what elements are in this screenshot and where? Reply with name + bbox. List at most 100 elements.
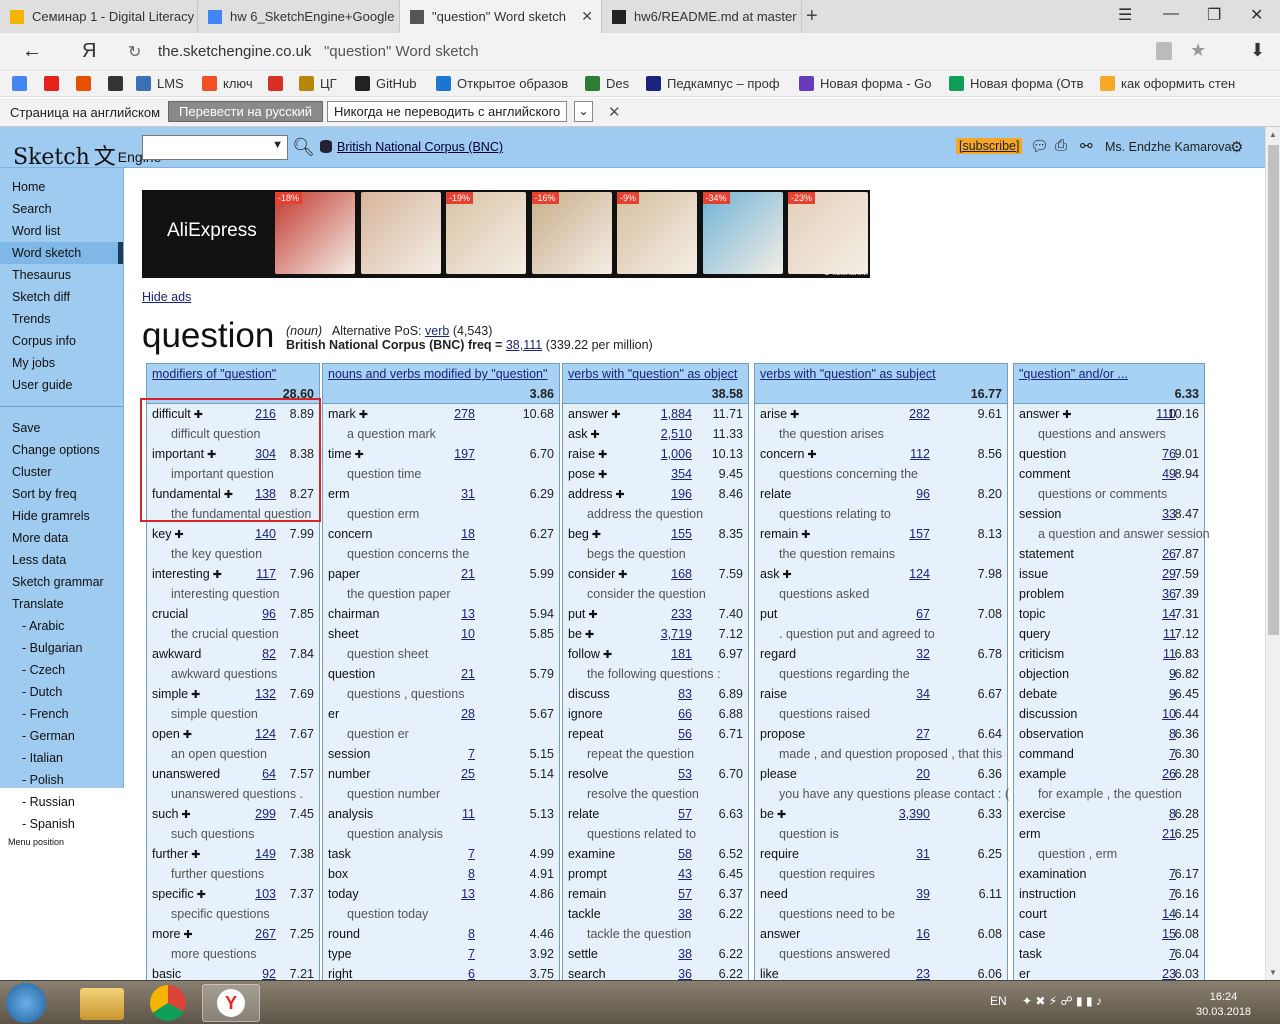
reload-icon[interactable]: ↻ xyxy=(128,42,141,62)
sidebar-action-sketch-grammar[interactable]: Sketch grammar xyxy=(0,571,123,593)
example-row[interactable]: an open question xyxy=(147,744,319,764)
sidebar-translate-language[interactable]: - Arabic xyxy=(0,615,123,637)
sidebar-action-hide-gramrels[interactable]: Hide gramrels xyxy=(0,505,123,527)
frequency-link[interactable]: 96 xyxy=(916,487,930,501)
example-row[interactable]: question , erm xyxy=(1014,844,1204,864)
example-text[interactable]: address the question xyxy=(587,507,703,521)
example-text[interactable]: begs the question xyxy=(587,547,686,561)
frequency-link[interactable]: 103 xyxy=(255,887,276,901)
bookmark-item[interactable]: GitHub xyxy=(355,76,416,91)
frequency-link[interactable]: 2,510 xyxy=(661,427,692,441)
frequency-link[interactable]: 25 xyxy=(461,767,475,781)
ad-product-image[interactable]: -16% xyxy=(531,192,612,274)
example-row[interactable]: a question mark xyxy=(323,424,559,444)
frequency-link[interactable]: 57 xyxy=(678,807,692,821)
translate-options-dropdown[interactable]: ⌄ xyxy=(574,101,593,122)
expand-plus-icon[interactable]: ✚ xyxy=(194,889,206,901)
example-row[interactable]: questions , questions xyxy=(323,684,559,704)
frequency-link[interactable]: 43 xyxy=(678,867,692,881)
example-text[interactable]: you have any questions please contact : … xyxy=(779,787,1009,801)
example-row[interactable]: begs the question xyxy=(563,544,748,564)
example-text[interactable]: the key question xyxy=(171,547,262,561)
sidebar-translate-language[interactable]: - Italian xyxy=(0,747,123,769)
ad-product-image[interactable]: -34% xyxy=(702,192,783,274)
alt-pos-link[interactable]: verb xyxy=(425,324,449,338)
example-row[interactable]: unanswered questions . xyxy=(147,784,319,804)
example-text[interactable]: question today xyxy=(347,907,428,921)
frequency-link[interactable]: 168 xyxy=(671,567,692,581)
bookmark-item[interactable]: ЦГ xyxy=(299,76,337,91)
example-text[interactable]: for example , the question xyxy=(1038,787,1182,801)
expand-plus-icon[interactable]: ✚ xyxy=(210,569,222,581)
sidebar-action-cluster[interactable]: Cluster xyxy=(0,461,123,483)
expand-plus-icon[interactable]: ✚ xyxy=(595,449,607,461)
example-text[interactable]: consider the question xyxy=(587,587,706,601)
bookmark-item[interactable]: ключ xyxy=(202,76,253,91)
example-text[interactable]: the following questions : xyxy=(587,667,720,681)
sidebar-translate-language[interactable]: - Dutch xyxy=(0,681,123,703)
share-icon[interactable]: ⚯ xyxy=(1080,137,1093,155)
example-row[interactable]: questions related to xyxy=(563,824,748,844)
sidebar-item-word-sketch[interactable]: Word sketch xyxy=(0,242,123,264)
frequency-link[interactable]: 157 xyxy=(909,527,930,541)
example-text[interactable]: the question paper xyxy=(347,587,451,601)
frequency-link[interactable]: 28 xyxy=(461,707,475,721)
page-scrollbar[interactable]: ▲ ▼ xyxy=(1265,127,1280,980)
example-text[interactable]: repeat the question xyxy=(587,747,694,761)
tray-icons[interactable]: ✦ ✖ ⚡ ☍ ▮ ▮ ♪ xyxy=(1022,994,1102,1008)
frequency-link[interactable]: 53 xyxy=(678,767,692,781)
bookmark-item[interactable] xyxy=(12,76,33,91)
example-row[interactable]: questions asked xyxy=(755,584,1007,604)
frequency-link[interactable]: 31 xyxy=(461,487,475,501)
hide-ads-link[interactable]: Hide ads xyxy=(142,290,191,304)
sidebar-action-sort-by-freq[interactable]: Sort by freq xyxy=(0,483,123,505)
example-text[interactable]: questions , questions xyxy=(347,687,464,701)
expand-plus-icon[interactable]: ✚ xyxy=(612,489,625,501)
search-icon[interactable]: 🔍︎ xyxy=(292,137,315,158)
frequency-link[interactable]: 3,390 xyxy=(899,807,930,821)
search-input[interactable]: ▼ xyxy=(142,135,288,160)
example-row[interactable]: questions concerning the xyxy=(755,464,1007,484)
frequency-link[interactable]: 21 xyxy=(461,667,475,681)
close-window-icon[interactable]: ✕ xyxy=(1250,5,1263,25)
minimize-icon[interactable]: — xyxy=(1163,5,1179,23)
frequency-link[interactable]: 124 xyxy=(255,727,276,741)
example-row[interactable]: question requires xyxy=(755,864,1007,884)
example-text[interactable]: question sheet xyxy=(347,647,428,661)
example-text[interactable]: question , erm xyxy=(1038,847,1117,861)
example-text[interactable]: more questions xyxy=(171,947,256,961)
example-text[interactable]: questions concerning the xyxy=(779,467,918,481)
scroll-up-icon[interactable]: ▲ xyxy=(1269,130,1277,139)
url-field[interactable]: the.sketchengine.co.uk "question" Word s… xyxy=(158,43,479,60)
gramrel-title-link[interactable]: modifiers of "question" xyxy=(152,367,276,381)
expand-plus-icon[interactable]: ✚ xyxy=(615,569,627,581)
sidebar-action-translate[interactable]: Translate xyxy=(0,593,123,615)
sidebar-translate-language[interactable]: - Russian xyxy=(0,791,123,813)
frequency-link[interactable]: 196 xyxy=(671,487,692,501)
example-row[interactable]: the crucial question xyxy=(147,624,319,644)
expand-plus-icon[interactable]: ✚ xyxy=(171,529,184,541)
bookmark-item[interactable]: Новая форма (Отв xyxy=(949,76,1084,91)
frequency-link[interactable]: 13 xyxy=(461,887,475,901)
frequency-link[interactable]: 13 xyxy=(461,607,475,621)
example-text[interactable]: a question and answer session xyxy=(1038,527,1210,541)
example-row[interactable]: resolve the question xyxy=(563,784,748,804)
example-text[interactable]: tackle the question xyxy=(587,927,691,941)
ad-product-image[interactable] xyxy=(360,192,441,274)
sidebar-item-corpus-info[interactable]: Corpus info xyxy=(0,330,123,352)
sidebar-item-user-guide[interactable]: User guide xyxy=(0,374,123,396)
expand-plus-icon[interactable]: ✚ xyxy=(774,809,786,821)
example-row[interactable]: made , and question proposed , that this xyxy=(755,744,1007,764)
example-text[interactable]: simple question xyxy=(171,707,258,721)
frequency-link[interactable]: 21 xyxy=(461,567,475,581)
example-text[interactable]: an open question xyxy=(171,747,267,761)
example-text[interactable]: questions and answers xyxy=(1038,427,1166,441)
expand-plus-icon[interactable]: ✚ xyxy=(585,609,597,621)
sidebar-action-less-data[interactable]: Less data xyxy=(0,549,123,571)
example-row[interactable]: . question put and agreed to xyxy=(755,624,1007,644)
example-row[interactable]: the following questions : xyxy=(563,664,748,684)
frequency-link[interactable]: 27 xyxy=(916,727,930,741)
example-text[interactable]: question concerns the xyxy=(347,547,469,561)
example-text[interactable]: question number xyxy=(347,787,440,801)
example-text[interactable]: questions related to xyxy=(587,827,696,841)
